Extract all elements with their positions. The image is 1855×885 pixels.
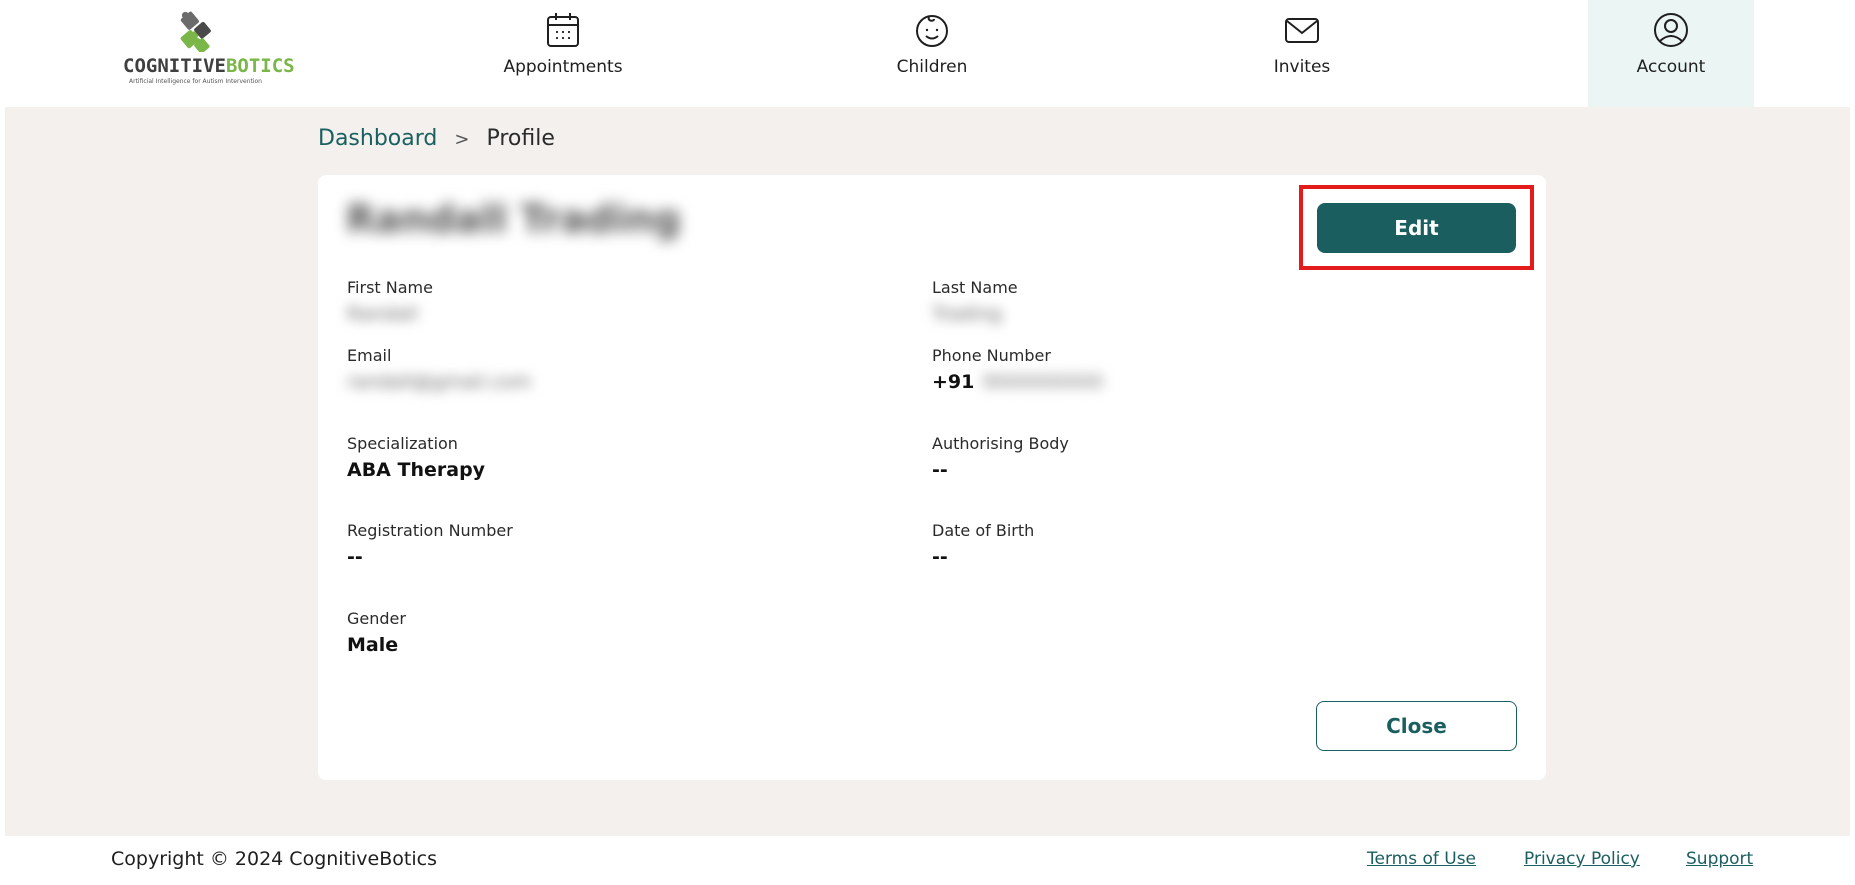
- copyright-text: Copyright © 2024 CognitiveBotics: [111, 848, 437, 870]
- app-frame: COGNITIVEBOTICS Artificial Intelligence …: [0, 0, 1855, 885]
- email-value: randall@gmail.com: [347, 371, 532, 393]
- nav-appointments[interactable]: Appointments: [480, 0, 646, 107]
- specialization-field: Specialization ABA Therapy: [347, 434, 807, 481]
- authorising-body-value: --: [932, 459, 948, 481]
- email-label: Email: [347, 346, 392, 365]
- profile-card: Randall Trading Edit First Name Randall …: [318, 175, 1546, 780]
- first-name-value: Randall: [347, 303, 418, 325]
- nav-invites-label: Invites: [1273, 57, 1331, 77]
- user-circle-icon: [1654, 13, 1688, 47]
- gender-label: Gender: [347, 609, 406, 628]
- brand-logo[interactable]: COGNITIVEBOTICS Artificial Intelligence …: [123, 8, 295, 88]
- calendar-icon: [547, 13, 579, 47]
- date-of-birth-label: Date of Birth: [932, 521, 1035, 540]
- last-name-value: Trading: [932, 303, 1002, 325]
- date-of-birth-field: Date of Birth --: [932, 521, 1392, 568]
- baby-face-icon: [916, 15, 948, 47]
- registration-number-field: Registration Number --: [347, 521, 807, 568]
- envelope-icon: [1285, 18, 1319, 43]
- footer: Copyright © 2024 CognitiveBotics Terms o…: [5, 836, 1855, 885]
- terms-of-use-link[interactable]: Terms of Use: [1367, 849, 1476, 869]
- breadcrumb-current: Profile: [486, 126, 555, 151]
- last-name-label: Last Name: [932, 278, 1018, 297]
- first-name-label: First Name: [347, 278, 433, 297]
- close-button[interactable]: Close: [1316, 701, 1517, 751]
- phone-value: +91 9000000000: [932, 371, 1392, 393]
- nav-children-label: Children: [896, 57, 968, 77]
- brand-wordmark-part2: BOTICS: [225, 55, 295, 77]
- breadcrumb-separator: >: [454, 129, 470, 150]
- registration-number-label: Registration Number: [347, 521, 513, 540]
- puzzle-logo-icon: [180, 11, 211, 52]
- nav-appointments-label: Appointments: [503, 57, 623, 77]
- specialization-label: Specialization: [347, 434, 458, 453]
- breadcrumb-dashboard-link[interactable]: Dashboard: [318, 126, 437, 151]
- gender-value: Male: [347, 634, 399, 656]
- first-name-field: First Name Randall: [347, 278, 807, 325]
- profile-name: Randall Trading: [346, 197, 681, 241]
- edit-button[interactable]: Edit: [1317, 203, 1516, 253]
- date-of-birth-value: --: [932, 546, 948, 568]
- brand-wordmark-part1: COGNITIVE: [123, 55, 226, 77]
- nav-children[interactable]: Children: [849, 0, 1015, 107]
- phone-number: 9000000000: [982, 371, 1104, 393]
- registration-number-value: --: [347, 546, 363, 568]
- breadcrumb: Dashboard > Profile: [318, 126, 555, 151]
- brand-wordmark: COGNITIVEBOTICS: [123, 55, 295, 77]
- privacy-policy-link[interactable]: Privacy Policy: [1524, 849, 1640, 869]
- support-link[interactable]: Support: [1686, 849, 1753, 869]
- phone-label: Phone Number: [932, 346, 1051, 365]
- authorising-body-label: Authorising Body: [932, 434, 1069, 453]
- nav-account[interactable]: Account: [1588, 0, 1754, 107]
- brand-tagline: Artificial Intelligence for Autism Inter…: [129, 78, 262, 85]
- phone-field: Phone Number +91 9000000000: [932, 346, 1392, 393]
- nav-invites[interactable]: Invites: [1219, 0, 1385, 107]
- specialization-value: ABA Therapy: [347, 459, 486, 481]
- last-name-field: Last Name Trading: [932, 278, 1392, 325]
- top-header: COGNITIVEBOTICS Artificial Intelligence …: [5, 0, 1855, 107]
- nav-account-label: Account: [1636, 57, 1706, 77]
- phone-prefix: +91: [932, 371, 975, 393]
- gender-field: Gender Male: [347, 609, 807, 656]
- email-field: Email randall@gmail.com: [347, 346, 807, 393]
- authorising-body-field: Authorising Body --: [932, 434, 1392, 481]
